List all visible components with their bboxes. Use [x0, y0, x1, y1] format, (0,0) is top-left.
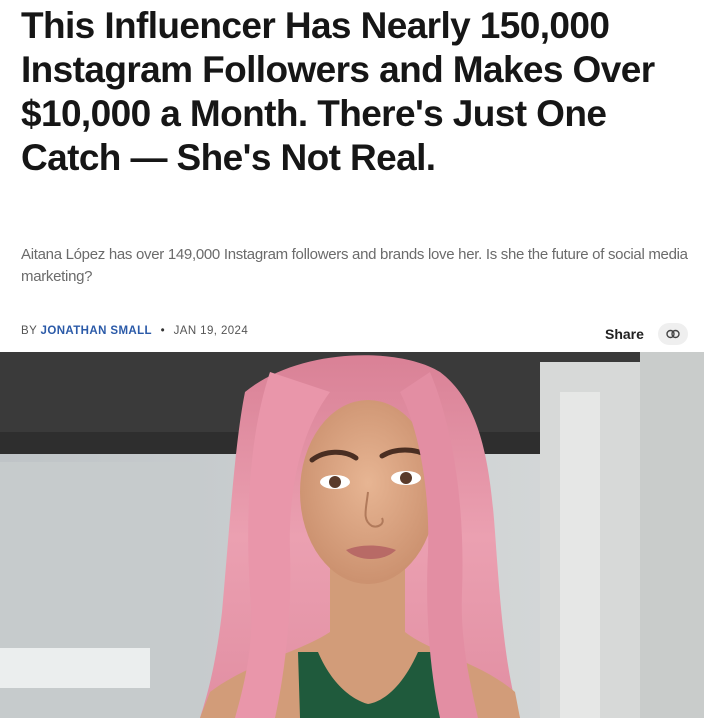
share-button[interactable]: Share: [605, 323, 688, 345]
link-icon[interactable]: [657, 323, 688, 345]
byline-separator: •: [160, 325, 166, 337]
article-photo: [0, 352, 704, 718]
byline-prefix: BY: [21, 325, 37, 337]
share-label[interactable]: Share: [605, 326, 644, 342]
article-headline: This Influencer Has Nearly 150,000 Insta…: [21, 5, 655, 178]
author-link[interactable]: JONATHAN SMALL: [41, 325, 152, 337]
byline: BY JONATHAN SMALL • JAN 19, 2024: [21, 325, 248, 337]
article-subheadline: Aitana López has over 149,000 Instagram …: [21, 246, 688, 285]
publish-date: JAN 19, 2024: [173, 325, 249, 337]
article-header: This Influencer Has Nearly 150,000 Insta…: [0, 0, 704, 352]
